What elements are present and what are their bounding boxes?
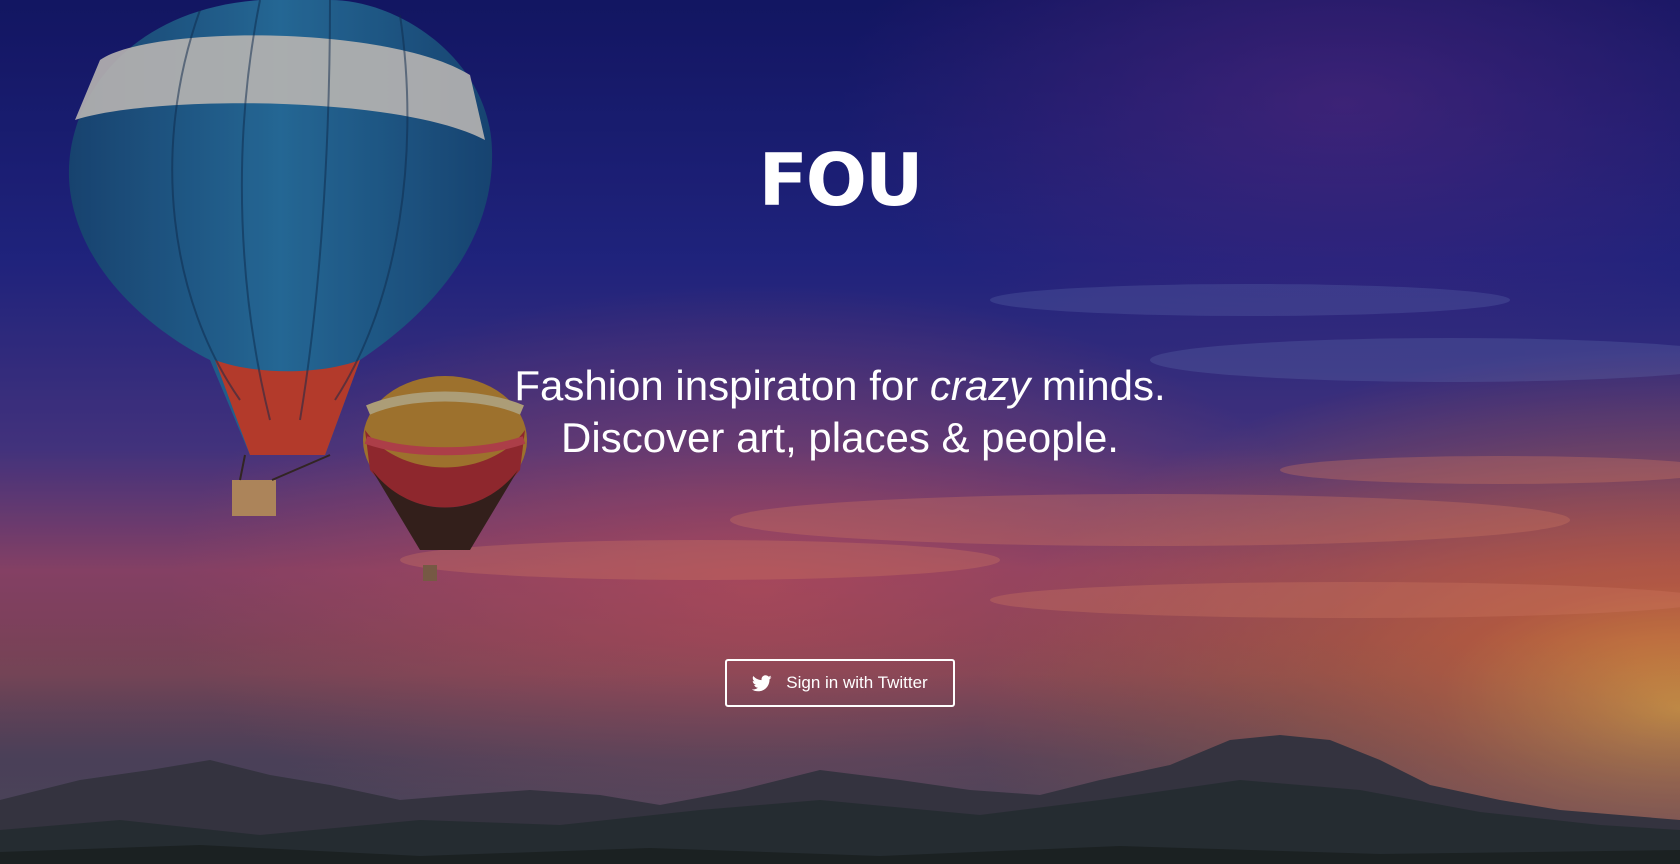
sign-in-with-twitter-button[interactable]: Sign in with Twitter bbox=[725, 659, 955, 707]
brand-logo: FOU bbox=[758, 138, 924, 222]
hero-section: FOU Fashion inspiraton for crazy minds. … bbox=[0, 0, 1680, 864]
hero-tagline: Fashion inspiraton for crazy minds. Disc… bbox=[0, 360, 1680, 464]
tagline-line-1-suffix: minds. bbox=[1030, 362, 1166, 409]
sign-in-label: Sign in with Twitter bbox=[786, 673, 928, 692]
tagline-emphasis: crazy bbox=[929, 362, 1031, 409]
tagline-line-2: Discover art, places & people. bbox=[561, 414, 1119, 461]
tagline-line-1-prefix: Fashion inspiraton for bbox=[514, 362, 930, 409]
twitter-bird-icon bbox=[752, 674, 772, 692]
tagline-line-1: Fashion inspiraton for crazy minds. bbox=[0, 360, 1680, 412]
